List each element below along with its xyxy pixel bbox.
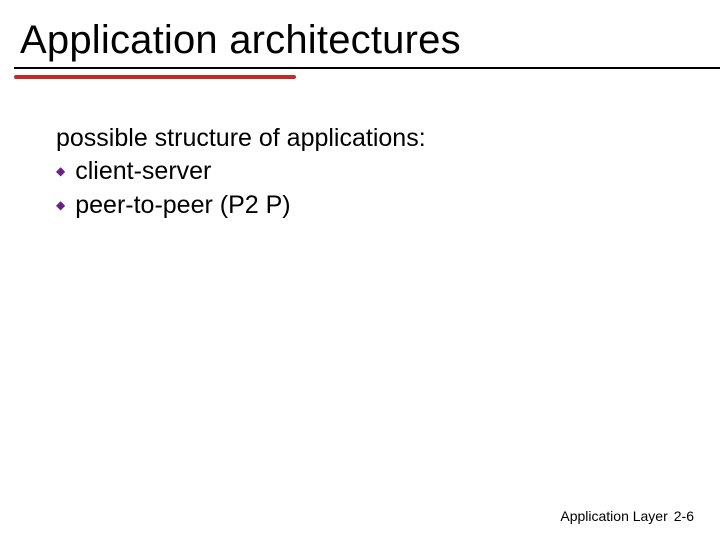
slide: Application architectures possible struc… — [0, 0, 720, 540]
diamond-bullet-icon: ◆ — [56, 164, 65, 179]
slide-title: Application architectures — [20, 18, 461, 63]
title-wrap: Application architectures — [20, 18, 461, 63]
body: possible structure of applications: ◆ cl… — [56, 123, 700, 221]
list-item: ◆ client-server — [56, 156, 700, 187]
footer-section: Application Layer — [560, 508, 667, 524]
list-item-label: client-server — [75, 156, 211, 187]
footer: Application Layer 2-6 — [560, 508, 694, 524]
intro-text: possible structure of applications: — [56, 123, 700, 154]
title-underline-red — [14, 75, 296, 79]
list-item: ◆ peer-to-peer (P2 P) — [56, 190, 700, 221]
diamond-bullet-icon: ◆ — [56, 198, 65, 213]
footer-page: 2-6 — [674, 508, 694, 524]
list-item-label: peer-to-peer (P2 P) — [75, 190, 290, 221]
title-underline-thin — [14, 67, 720, 69]
